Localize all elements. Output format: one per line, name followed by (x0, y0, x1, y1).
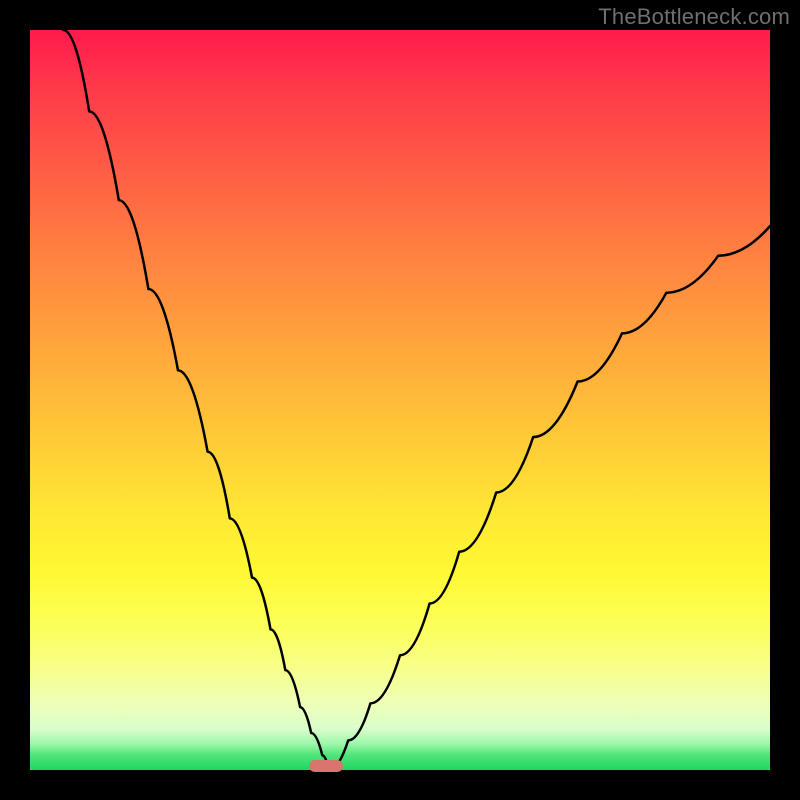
bottleneck-marker (309, 760, 343, 772)
plot-area (30, 30, 770, 770)
curve-svg (30, 30, 770, 770)
chart-frame: TheBottleneck.com (0, 0, 800, 800)
curve-left (63, 30, 329, 770)
curve-right (329, 226, 770, 770)
watermark-text: TheBottleneck.com (598, 4, 790, 30)
